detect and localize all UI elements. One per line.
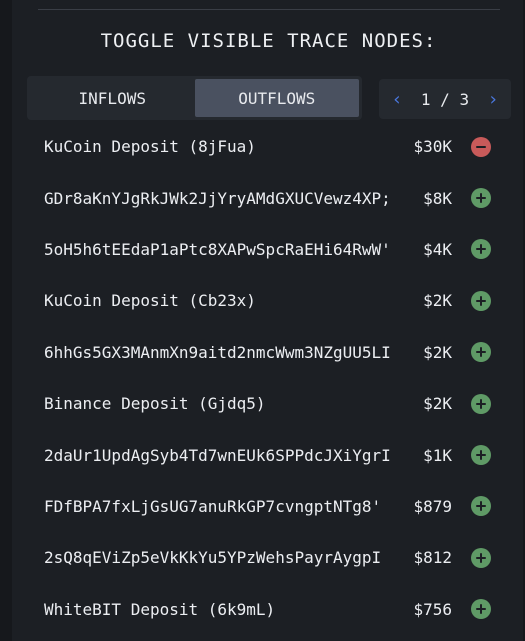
remove-icon[interactable] bbox=[471, 136, 491, 157]
node-amount: $2K bbox=[423, 394, 452, 414]
node-name: KuCoin Deposit (8jFua) bbox=[44, 137, 256, 157]
list-item: 2daUr1UpdAgSyb4Td7wnEUk6SPPdcJXiYgrI $1K bbox=[0, 429, 525, 480]
node-amount: $4K bbox=[423, 239, 452, 259]
add-icon[interactable] bbox=[471, 599, 491, 620]
panel-title: TOGGLE VISIBLE TRACE NODES: bbox=[100, 30, 437, 52]
node-amount: $1K bbox=[423, 445, 452, 465]
add-icon[interactable] bbox=[471, 290, 491, 311]
list-item: 2sQ8qEViZp5eVkKkYu5YPzWehsPayrAygpI $812 bbox=[0, 532, 525, 583]
node-name: KuCoin Deposit (Cb23x) bbox=[44, 291, 256, 311]
add-icon[interactable] bbox=[471, 188, 491, 209]
add-icon[interactable] bbox=[471, 239, 491, 260]
trace-node-list: KuCoin Deposit (8jFua) $30K GDr8aKnYJgRkJW… bbox=[0, 121, 525, 635]
node-name: 5oH5h6tEEdaP1aPtc8XAPwSpcRaEHi64RwW' bbox=[44, 239, 391, 259]
chevron-left-icon[interactable]: ‹ bbox=[389, 89, 405, 110]
node-name: WhiteBIT Deposit (6k9mL) bbox=[44, 599, 276, 619]
add-icon[interactable] bbox=[471, 496, 491, 517]
node-name: 2daUr1UpdAgSyb4Td7wnEUk6SPPdcJXiYgrI bbox=[44, 445, 391, 465]
pagination: ‹ 1 / 3 › bbox=[379, 79, 511, 119]
node-name: Binance Deposit (Gjdq5) bbox=[44, 394, 266, 414]
page-indicator: 1 / 3 bbox=[420, 89, 470, 109]
node-amount: $8K bbox=[423, 188, 452, 208]
add-icon[interactable] bbox=[471, 342, 491, 363]
list-item: KuCoin Deposit (Cb23x) $2K bbox=[0, 275, 525, 326]
node-amount: $30K bbox=[413, 137, 452, 157]
list-item: 5oH5h6tEEdaP1aPtc8XAPwSpcRaEHi64RwW' $4K bbox=[0, 224, 525, 275]
list-item: 6hhGs5GX3MAnmXn9aitd2nmcWwm3NZgUU5LI $2K bbox=[0, 327, 525, 378]
node-amount: $2K bbox=[423, 291, 452, 311]
node-name: 6hhGs5GX3MAnmXn9aitd2nmcWwm3NZgUU5LI bbox=[44, 342, 391, 362]
tab-inflows[interactable]: INFLOWS bbox=[30, 79, 195, 117]
list-item: KuCoin Deposit (8jFua) $30K bbox=[0, 121, 525, 172]
list-item: FDfBPA7fxLjGsUG7anuRkGP7cvngptNTg8' $879 bbox=[0, 481, 525, 532]
tab-outflows[interactable]: OUTFLOWS bbox=[194, 79, 359, 117]
list-item: WhiteBIT Deposit (6k9mL) $756 bbox=[0, 584, 525, 635]
node-amount: $756 bbox=[413, 599, 452, 619]
divider bbox=[38, 9, 500, 10]
node-name: FDfBPA7fxLjGsUG7anuRkGP7cvngptNTg8' bbox=[44, 496, 382, 516]
chevron-right-icon[interactable]: › bbox=[485, 89, 501, 110]
add-icon[interactable] bbox=[471, 393, 491, 414]
flow-tabs: INFLOWS OUTFLOWS bbox=[27, 76, 362, 120]
node-amount: $879 bbox=[413, 496, 452, 516]
list-item: Binance Deposit (Gjdq5) $2K bbox=[0, 378, 525, 429]
node-name: 2sQ8qEViZp5eVkKkYu5YPzWehsPayrAygpI bbox=[44, 548, 382, 568]
node-name: GDr8aKnYJgRkJWk2JjYryAMdGXUCVewz4XP; bbox=[44, 188, 391, 208]
add-icon[interactable] bbox=[471, 547, 491, 568]
node-amount: $812 bbox=[413, 548, 452, 568]
add-icon[interactable] bbox=[471, 445, 491, 466]
node-amount: $2K bbox=[423, 342, 452, 362]
list-item: GDr8aKnYJgRkJWk2JjYryAMdGXUCVewz4XP; $8K bbox=[0, 172, 525, 223]
